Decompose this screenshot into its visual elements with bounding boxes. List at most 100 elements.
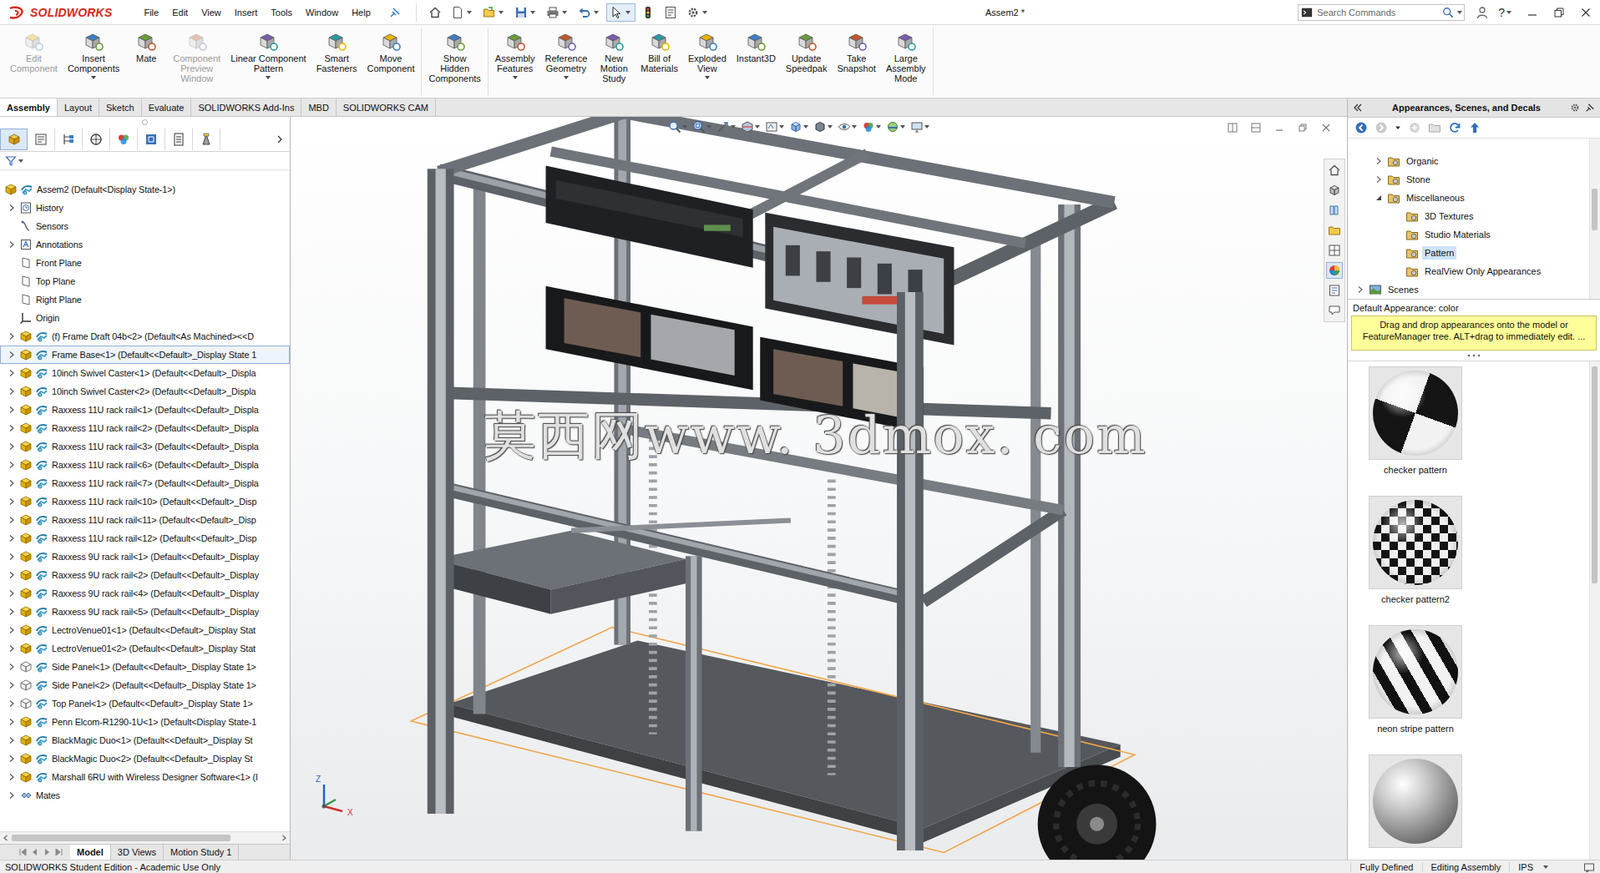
view-tool-button[interactable] xyxy=(910,120,932,134)
tree-item[interactable]: 10inch Swivel Caster<1> (Default<<Defaul… xyxy=(0,364,290,383)
expand-arrow-icon[interactable] xyxy=(1356,285,1365,294)
view-tool-button[interactable] xyxy=(813,120,835,134)
expand-slot[interactable] xyxy=(4,369,20,378)
tree-item[interactable]: Raxxess 11U rack rail<10> (Default<<Defa… xyxy=(0,492,290,512)
command-tab[interactable]: SOLIDWORKS Add-Ins xyxy=(191,98,302,117)
expand-slot[interactable] xyxy=(4,534,20,543)
manager-tab[interactable] xyxy=(82,128,111,151)
expand-slot[interactable] xyxy=(4,699,20,709)
expand-slot[interactable] xyxy=(4,405,20,415)
appearance-swatch[interactable]: checker pattern xyxy=(1352,366,1479,490)
rack-device-right[interactable] xyxy=(764,212,954,346)
expand-slot[interactable] xyxy=(4,718,20,727)
expand-slot[interactable] xyxy=(1372,193,1385,203)
tree-item[interactable]: Raxxess 11U rack rail<2> (Default<<Defau… xyxy=(0,419,290,438)
expand-slot[interactable] xyxy=(1354,285,1367,294)
expand-slot[interactable] xyxy=(4,424,20,433)
tree-item[interactable]: Assem2 (Default<Display State-1>) xyxy=(0,180,290,199)
task-pane-tab[interactable] xyxy=(1326,262,1343,279)
task-pane-tab[interactable] xyxy=(1326,282,1343,299)
tree-item[interactable]: 10inch Swivel Caster<2> (Default<<Defaul… xyxy=(0,382,290,401)
expand-slot[interactable] xyxy=(4,552,20,562)
menu-item[interactable]: Help xyxy=(344,5,378,20)
toolbar-button[interactable] xyxy=(1468,121,1482,135)
expand-slot[interactable] xyxy=(4,571,20,580)
menu-item[interactable]: Window xyxy=(298,5,345,20)
dropdown-caret[interactable] xyxy=(593,10,599,15)
ribbon-button[interactable]: InsertComponents xyxy=(62,28,125,96)
ribbon-button[interactable]: TakeSnapshot xyxy=(831,28,881,96)
swatch-thumbnail[interactable] xyxy=(1368,625,1463,719)
manager-tab[interactable] xyxy=(55,128,83,151)
expand-arrow-icon[interactable] xyxy=(7,571,16,580)
toolbar-button[interactable] xyxy=(1407,121,1422,135)
expand-slot[interactable] xyxy=(4,240,20,249)
dropdown-caret[interactable] xyxy=(924,125,930,129)
expand-slot[interactable] xyxy=(4,516,20,525)
ribbon-button[interactable]: NewMotionStudy xyxy=(592,28,636,96)
notification-icon[interactable] xyxy=(1583,861,1595,873)
expand-slot[interactable] xyxy=(4,332,20,341)
graphics-area[interactable]: 莫西网www. 3dmox. comZX xyxy=(290,116,1347,861)
status-item[interactable]: Editing Assembly xyxy=(1422,862,1510,873)
dropdown-caret[interactable] xyxy=(702,10,708,15)
scroll-thumb[interactable] xyxy=(11,835,231,842)
dropdown-caret[interactable] xyxy=(265,75,271,80)
expand-slot[interactable] xyxy=(4,203,20,213)
view-tool-button[interactable] xyxy=(789,120,811,134)
dropdown-caret[interactable] xyxy=(754,125,760,129)
bottom-tab[interactable]: Motion Study 1 xyxy=(163,845,239,861)
expand-slot[interactable] xyxy=(4,442,20,451)
expand-arrow-icon[interactable] xyxy=(7,387,16,396)
tree-item[interactable]: Top Plane xyxy=(0,272,290,291)
toolbar-button[interactable] xyxy=(1354,121,1368,135)
expand-arrow-icon[interactable] xyxy=(7,350,16,360)
ribbon-button[interactable]: LargeAssemblyMode xyxy=(881,28,932,96)
search-input[interactable] xyxy=(1315,7,1443,18)
ribbon-button[interactable]: EditComponent xyxy=(5,28,63,96)
expand-arrow-icon[interactable] xyxy=(7,754,16,764)
funnel-icon[interactable] xyxy=(5,155,17,168)
expand-slot[interactable] xyxy=(4,460,20,470)
bottom-tab[interactable]: 3D Views xyxy=(111,845,164,861)
restore-icon[interactable] xyxy=(1296,121,1309,134)
expand-arrow-icon[interactable] xyxy=(7,369,16,378)
dropdown-caret[interactable] xyxy=(704,75,710,80)
toolbar-button[interactable] xyxy=(1394,124,1402,132)
scroll-thumb[interactable] xyxy=(1591,188,1598,231)
ribbon-button[interactable]: Mate xyxy=(124,28,168,96)
dropdown-caret[interactable] xyxy=(562,10,568,15)
tree-item[interactable]: Organic xyxy=(1347,151,1590,171)
toolbar-button[interactable] xyxy=(425,3,446,22)
tree-item[interactable]: Right Plane xyxy=(0,290,290,309)
expand-arrow-icon[interactable] xyxy=(7,203,16,213)
expand-slot[interactable] xyxy=(4,773,20,782)
expand-slot[interactable] xyxy=(1372,156,1385,166)
manager-tab[interactable] xyxy=(27,128,56,151)
dropdown-caret[interactable] xyxy=(91,75,97,80)
view-tool-button[interactable] xyxy=(740,120,762,134)
view-tool-button[interactable] xyxy=(861,120,883,134)
menu-item[interactable]: Insert xyxy=(227,5,265,20)
view-tool-button[interactable] xyxy=(837,120,859,134)
task-pane-tab[interactable] xyxy=(1326,202,1343,219)
view-tool-button[interactable] xyxy=(668,120,689,134)
expand-arrow-icon[interactable] xyxy=(7,442,16,451)
chevron-right-icon[interactable] xyxy=(274,134,285,145)
manager-tab[interactable] xyxy=(137,128,166,151)
toolbar-button[interactable] xyxy=(1374,121,1388,135)
expand-slot[interactable] xyxy=(4,736,20,745)
expand-arrow-icon[interactable] xyxy=(7,460,16,470)
menu-item[interactable]: Tools xyxy=(263,5,299,20)
pin-icon[interactable] xyxy=(1584,102,1595,113)
tree-item[interactable]: LectroVenue01<1> (Default<<Default>_Disp… xyxy=(0,621,290,640)
expand-arrow-icon[interactable] xyxy=(7,424,16,433)
expand-arrow-icon[interactable] xyxy=(7,718,16,727)
close-icon[interactable] xyxy=(1320,121,1332,134)
tree-item[interactable]: Frame Base<1> (Default<<Default>_Display… xyxy=(0,345,290,365)
manager-tab[interactable] xyxy=(165,128,193,151)
task-pane-tab[interactable] xyxy=(1326,242,1343,259)
tree-item[interactable]: Studio Materials xyxy=(1347,225,1590,244)
scroll-right-icon[interactable] xyxy=(279,834,289,843)
tree-item[interactable]: Miscellaneous xyxy=(1347,188,1590,208)
